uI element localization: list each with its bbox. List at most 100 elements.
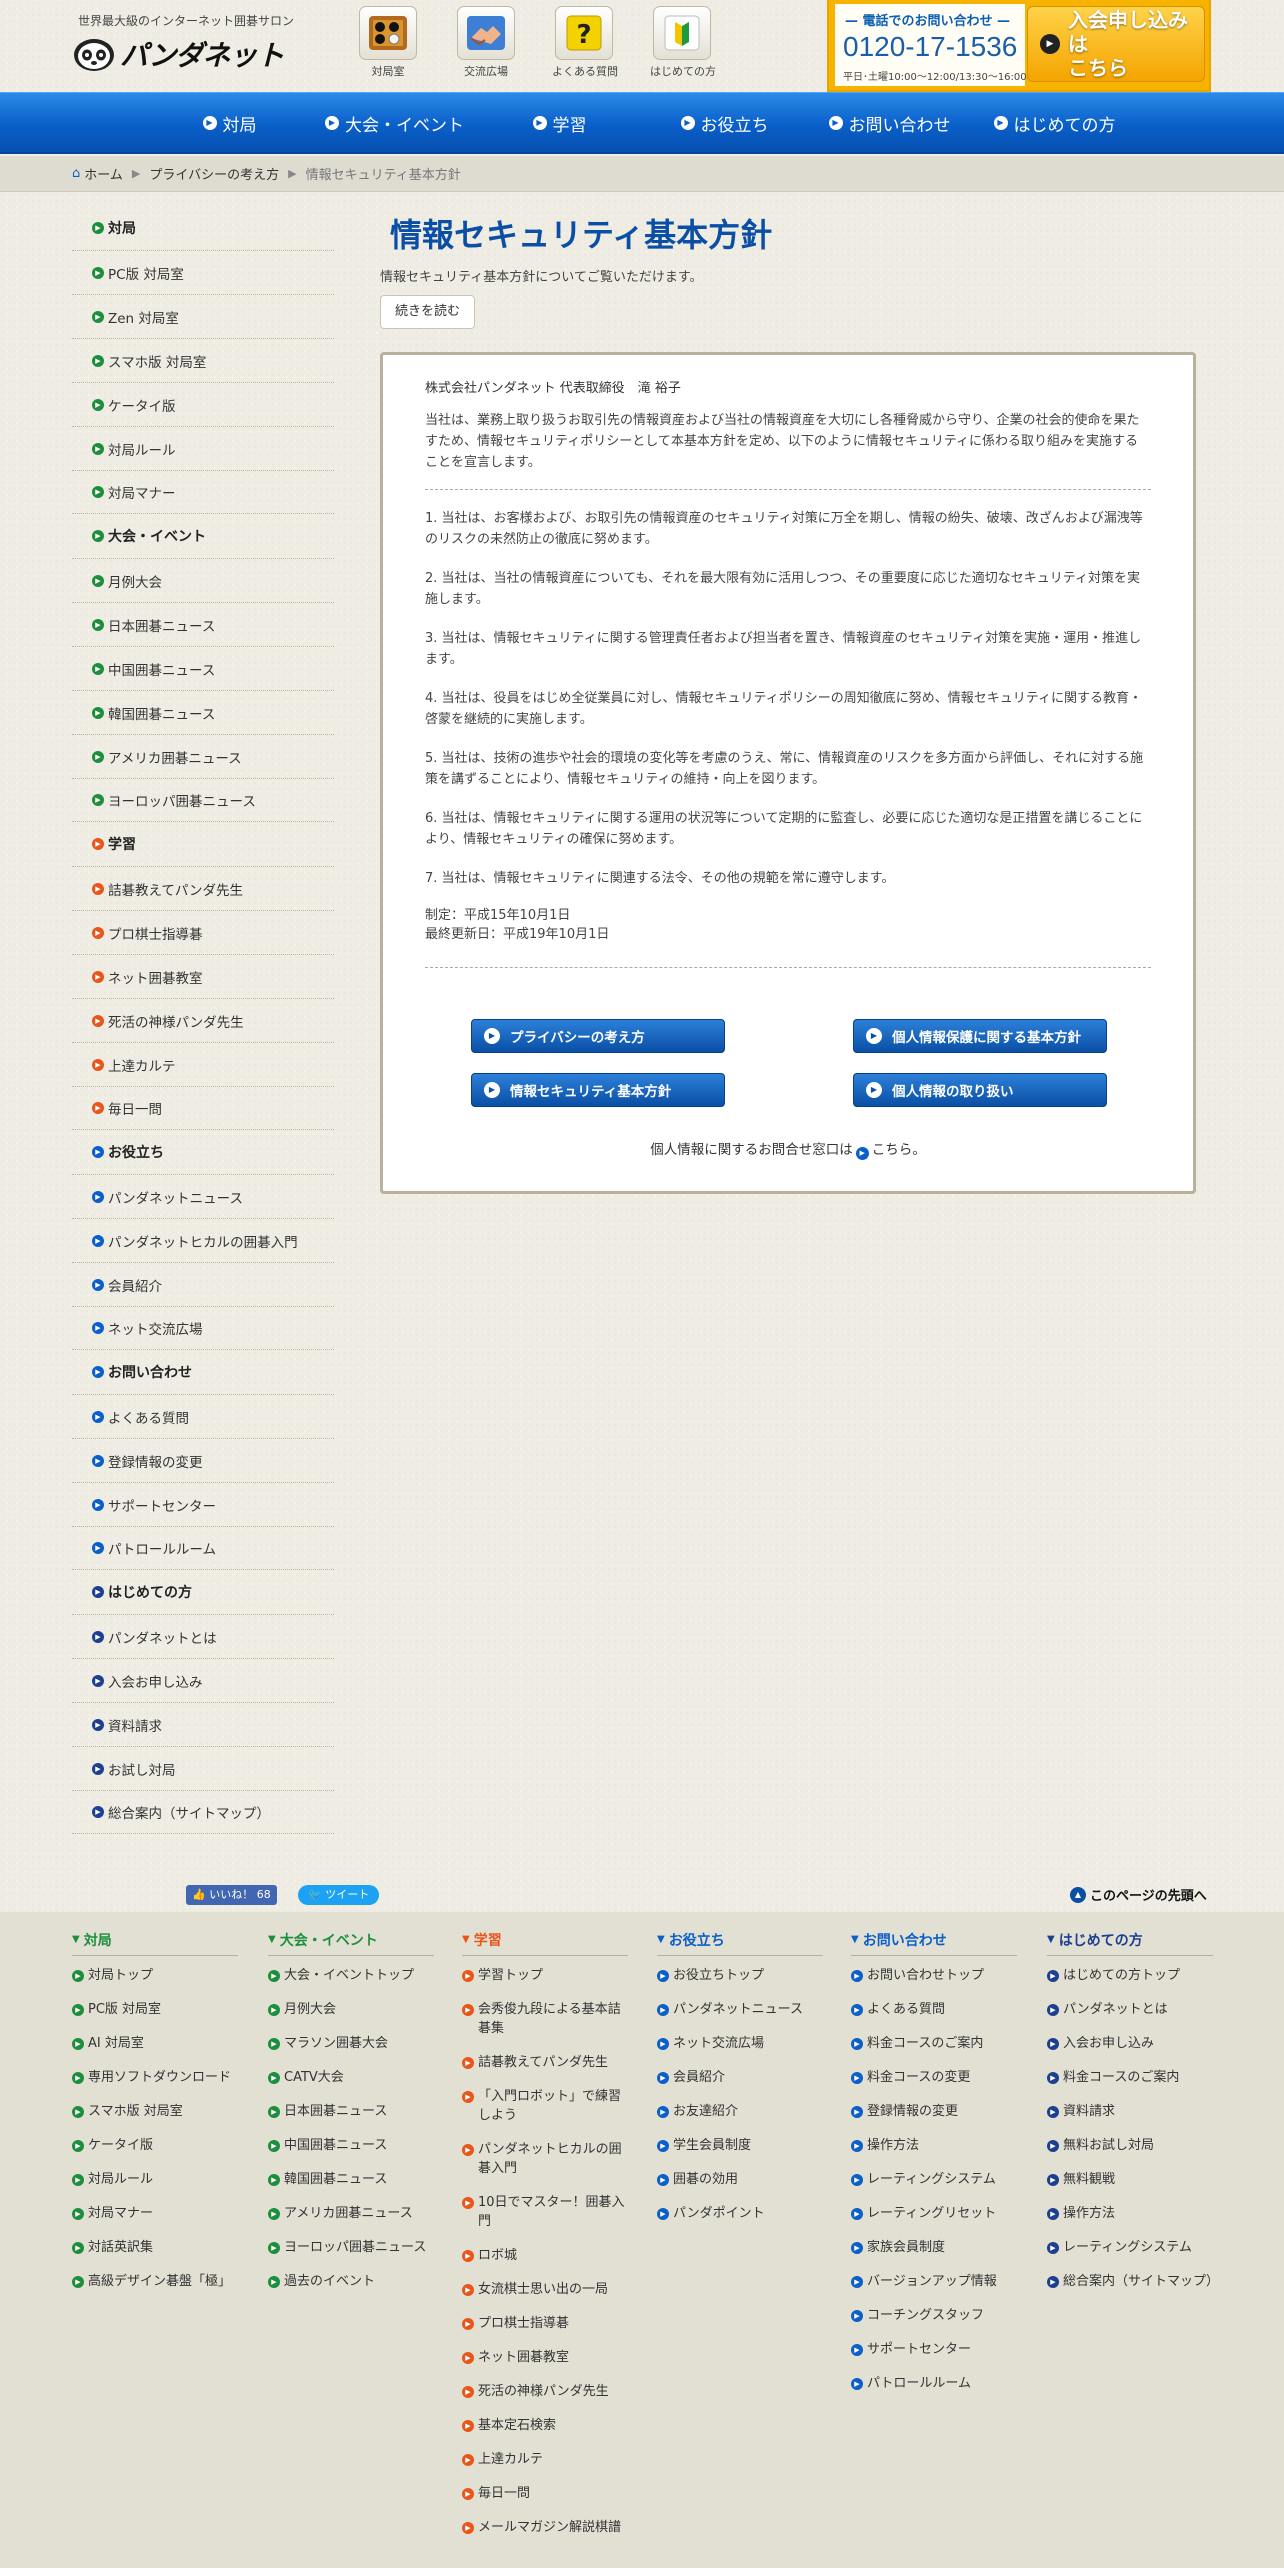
sidebar-item[interactable]: ▶ お試し対局: [72, 1746, 334, 1790]
phone-number[interactable]: 0120-17-1536: [843, 31, 1017, 63]
sidebar-item[interactable]: ▶ 入会お申し込み: [72, 1658, 334, 1702]
nav-item-learning[interactable]: ▶ 学習: [477, 93, 642, 153]
footer-link[interactable]: ▶ 大会・イベントトップ: [268, 1966, 434, 1985]
sidebar-item[interactable]: ▶ 総合案内（サイトマップ）: [72, 1790, 334, 1834]
footer-link[interactable]: ▶ 料金コースの変更: [851, 2068, 1017, 2087]
footer-link[interactable]: ▶ はじめての方トップ: [1047, 1966, 1213, 1985]
footer-link[interactable]: ▶ 女流棋士思い出の一局: [462, 2280, 628, 2299]
footer-link[interactable]: ▶ 基本定石検索: [462, 2416, 628, 2435]
footer-link[interactable]: ▶ ケータイ版: [72, 2136, 238, 2155]
footer-link[interactable]: ▶ 専用ソフトダウンロード: [72, 2068, 238, 2087]
footer-link[interactable]: ▶ コーチングスタッフ: [851, 2306, 1017, 2325]
footer-link[interactable]: ▶ 会員紹介: [657, 2068, 823, 2087]
sidebar-item[interactable]: ▶ 月例大会: [72, 558, 334, 602]
footer-link[interactable]: ▶ 10日でマスター！囲碁入門: [462, 2193, 628, 2231]
sidebar-item[interactable]: ▶ パンダネットヒカルの囲碁入門: [72, 1218, 334, 1262]
footer-link[interactable]: ▶ 料金コースのご案内: [851, 2034, 1017, 2053]
footer-link[interactable]: ▶ 総合案内（サイトマップ）: [1047, 2272, 1219, 2291]
quick-link-community[interactable]: 交流広場: [454, 6, 518, 79]
footer-link[interactable]: ▶ アメリカ囲碁ニュース: [268, 2204, 434, 2223]
sidebar-item[interactable]: ▶ スマホ版 対局室: [72, 338, 334, 382]
sidebar-item[interactable]: ▶ ケータイ版: [72, 382, 334, 426]
footer-link[interactable]: ▶ 操作方法: [1047, 2204, 1213, 2223]
footer-link[interactable]: ▶ AI 対局室: [72, 2034, 238, 2053]
footer-link[interactable]: ▶ 詰碁教えてパンダ先生: [462, 2053, 628, 2072]
link-personal-info-policy[interactable]: ▶ 個人情報保護に関する基本方針: [853, 1019, 1107, 1053]
footer-link[interactable]: ▶ お問い合わせトップ: [851, 1966, 1017, 1985]
footer-link[interactable]: ▶ 学生会員制度: [657, 2136, 823, 2155]
footer-link[interactable]: ▶ 対局トップ: [72, 1966, 238, 1985]
contact-link[interactable]: こちら。: [872, 1142, 926, 1158]
footer-link[interactable]: ▶ 対話英訳集: [72, 2238, 238, 2257]
footer-heading[interactable]: ▼ お問い合わせ: [851, 1930, 1017, 1956]
footer-link[interactable]: ▶ 資料請求: [1047, 2102, 1213, 2121]
footer-link[interactable]: ▶ パンダネットヒカルの囲碁入門: [462, 2140, 628, 2178]
footer-link[interactable]: ▶ プロ棋士指導碁: [462, 2314, 628, 2333]
sidebar-item[interactable]: ▶ よくある質問: [72, 1394, 334, 1438]
footer-link[interactable]: ▶ 中国囲碁ニュース: [268, 2136, 434, 2155]
footer-heading[interactable]: ▼ お役立ち: [657, 1930, 823, 1956]
footer-heading[interactable]: ▼ 対局: [72, 1930, 238, 1956]
footer-link[interactable]: ▶ 会秀俊九段による基本詰碁集: [462, 2000, 628, 2038]
sidebar-item[interactable]: ▶ 詰碁教えてパンダ先生: [72, 866, 334, 910]
sidebar-item[interactable]: ▶ 韓国囲碁ニュース: [72, 690, 334, 734]
sidebar-item[interactable]: ▶ プロ棋士指導碁: [72, 910, 334, 954]
footer-link[interactable]: ▶ 学習トップ: [462, 1966, 628, 1985]
quick-link-faq[interactable]: ? よくある質問: [552, 6, 618, 79]
breadcrumb-home[interactable]: ホーム: [84, 164, 123, 183]
footer-link[interactable]: ▶ 日本囲碁ニュース: [268, 2102, 434, 2121]
sidebar-item[interactable]: ▶ 死活の神様パンダ先生: [72, 998, 334, 1042]
link-personal-info-handling[interactable]: ▶ 個人情報の取り扱い: [853, 1073, 1107, 1107]
tweet-button[interactable]: 🐦 ツイート: [298, 1885, 380, 1905]
sidebar-heading[interactable]: ▶ 学習: [72, 822, 334, 866]
sidebar-heading[interactable]: ▶ お役立ち: [72, 1130, 334, 1174]
sidebar-item[interactable]: ▶ 上達カルテ: [72, 1042, 334, 1086]
footer-link[interactable]: ▶ 家族会員制度: [851, 2238, 1017, 2257]
footer-link[interactable]: ▶ 入会お申し込み: [1047, 2034, 1213, 2053]
footer-link[interactable]: ▶ レーティングリセット: [851, 2204, 1017, 2223]
footer-link[interactable]: ▶ スマホ版 対局室: [72, 2102, 238, 2121]
sidebar-item[interactable]: ▶ 毎日一問: [72, 1086, 334, 1130]
footer-link[interactable]: ▶ パトロールルーム: [851, 2374, 1017, 2393]
footer-link[interactable]: ▶ バージョンアップ情報: [851, 2272, 1017, 2291]
footer-link[interactable]: ▶ 韓国囲碁ニュース: [268, 2170, 434, 2189]
footer-link[interactable]: ▶ 高級デザイン碁盤「極」: [72, 2272, 238, 2291]
sidebar-item[interactable]: ▶ 日本囲碁ニュース: [72, 602, 334, 646]
link-privacy[interactable]: ▶ プライバシーの考え方: [471, 1019, 725, 1053]
sidebar-item[interactable]: ▶ 資料請求: [72, 1702, 334, 1746]
sidebar-item[interactable]: ▶ パンダネットニュース: [72, 1174, 334, 1218]
footer-heading[interactable]: ▼ はじめての方: [1047, 1930, 1213, 1956]
sidebar-heading[interactable]: ▶ お問い合わせ: [72, 1350, 334, 1394]
sidebar-item[interactable]: ▶ ヨーロッパ囲碁ニュース: [72, 778, 334, 822]
footer-link[interactable]: ▶ メールマガジン解説棋譜: [462, 2518, 628, 2537]
nav-item-beginners[interactable]: ▶ はじめての方: [972, 93, 1137, 153]
footer-link[interactable]: ▶ 料金コースのご案内: [1047, 2068, 1213, 2087]
footer-link[interactable]: ▶ 対局マナー: [72, 2204, 238, 2223]
sidebar-item[interactable]: ▶ 中国囲碁ニュース: [72, 646, 334, 690]
sidebar-heading[interactable]: ▶ 大会・イベント: [72, 514, 334, 558]
footer-heading[interactable]: ▼ 学習: [462, 1930, 628, 1956]
sidebar-item[interactable]: ▶ 対局マナー: [72, 470, 334, 514]
footer-link[interactable]: ▶ PC版 対局室: [72, 2000, 238, 2019]
footer-link[interactable]: ▶ パンダネットとは: [1047, 2000, 1213, 2019]
sidebar-item[interactable]: ▶ 対局ルール: [72, 426, 334, 470]
read-more-button[interactable]: 続きを読む: [380, 295, 476, 329]
quick-link-beginners[interactable]: はじめての方: [650, 6, 716, 79]
nav-item-game[interactable]: ▶ 対局: [147, 93, 312, 153]
footer-link[interactable]: ▶ 囲碁の効用: [657, 2170, 823, 2189]
footer-link[interactable]: ▶ ロボ城: [462, 2246, 628, 2265]
footer-link[interactable]: ▶ よくある質問: [851, 2000, 1017, 2019]
nav-item-contact[interactable]: ▶ お問い合わせ: [807, 93, 972, 153]
footer-link[interactable]: ▶ 毎日一問: [462, 2484, 628, 2503]
link-security-policy[interactable]: ▶ 情報セキュリティ基本方針: [471, 1073, 725, 1107]
nav-item-events[interactable]: ▶ 大会・イベント: [312, 93, 477, 153]
breadcrumb-parent[interactable]: プライバシーの考え方: [149, 164, 279, 183]
sidebar-heading[interactable]: ▶ はじめての方: [72, 1570, 334, 1614]
footer-link[interactable]: ▶ ヨーロッパ囲碁ニュース: [268, 2238, 434, 2257]
footer-link[interactable]: ▶ 登録情報の変更: [851, 2102, 1017, 2121]
footer-link[interactable]: ▶ レーティングシステム: [851, 2170, 1017, 2189]
sidebar-item[interactable]: ▶ パトロールルーム: [72, 1526, 334, 1570]
quick-link-game-room[interactable]: 対局室: [356, 6, 420, 79]
footer-link[interactable]: ▶ 上達カルテ: [462, 2450, 628, 2469]
nav-item-useful[interactable]: ▶ お役立ち: [642, 93, 807, 153]
